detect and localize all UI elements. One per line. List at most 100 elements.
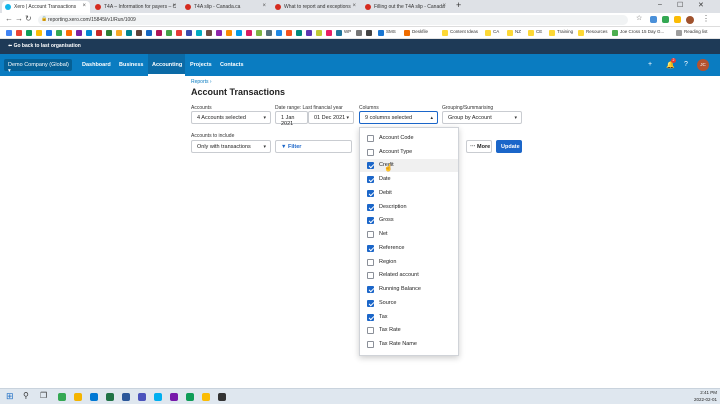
checkbox-checked[interactable] (367, 162, 374, 169)
bookmark-icon[interactable] (86, 30, 92, 36)
deskfile-icon[interactable] (404, 30, 410, 36)
bookmark-icon[interactable] (266, 30, 272, 36)
bookmark-icon[interactable] (66, 30, 72, 36)
folder-icon[interactable] (507, 30, 513, 36)
folder-icon[interactable] (549, 30, 555, 36)
filter-button[interactable]: ▼ Filter (275, 140, 352, 153)
maximize-button[interactable]: ☐ (677, 1, 683, 9)
org-switcher[interactable]: Demo Company (Global) ▾ (4, 59, 72, 74)
teams-icon[interactable] (138, 393, 146, 401)
extension-icon[interactable] (662, 16, 669, 23)
bookmark-icon[interactable] (226, 30, 232, 36)
columns-select[interactable]: 9 columns selected ▴ (359, 111, 438, 124)
date-from-input[interactable]: 1 Jan 2021 (275, 111, 308, 127)
menu-dots-icon[interactable]: ⋮ (702, 14, 710, 23)
update-button[interactable]: Update (496, 140, 522, 153)
checkbox[interactable] (367, 341, 374, 348)
bookmark-icon[interactable] (116, 30, 122, 36)
word-icon[interactable] (122, 393, 130, 401)
bookmark-icon[interactable] (156, 30, 162, 36)
bookmark-icon[interactable] (196, 30, 202, 36)
bookmark-icon[interactable] (286, 30, 292, 36)
bookmark-icon[interactable] (106, 30, 112, 36)
nav-contacts[interactable]: Contacts (220, 62, 244, 68)
bookmark-icon[interactable] (136, 30, 142, 36)
bookmark-icon[interactable] (316, 30, 322, 36)
column-option-reference[interactable]: Reference (360, 242, 458, 255)
column-option-account-type[interactable]: Account Type (360, 146, 458, 159)
checkbox-checked[interactable] (367, 286, 374, 293)
app-icon[interactable] (186, 393, 194, 401)
bookmark-icon[interactable] (96, 30, 102, 36)
column-option-tax-rate[interactable]: Tax Rate (360, 324, 458, 337)
extension-icon[interactable] (650, 16, 657, 23)
checkbox[interactable] (367, 327, 374, 334)
checkbox[interactable] (367, 259, 374, 266)
checkbox[interactable] (367, 135, 374, 142)
browser-tab[interactable]: What to report and exceptions × (272, 1, 360, 13)
column-option-description[interactable]: Description (360, 201, 458, 214)
close-icon[interactable]: × (352, 3, 356, 9)
forward-arrow-icon[interactable]: → (15, 14, 23, 23)
column-option-account-code[interactable]: Account Code (360, 132, 458, 145)
taskbar-time[interactable]: 2:41 PM (695, 390, 717, 395)
excel-icon[interactable] (106, 393, 114, 401)
browser-tab[interactable]: Xero | Account Transactions × (2, 1, 90, 13)
bookmark-icon[interactable] (166, 30, 172, 36)
file-explorer-icon[interactable] (74, 393, 82, 401)
checkbox[interactable] (367, 149, 374, 156)
close-icon[interactable]: × (442, 3, 446, 9)
bookmark-icon[interactable] (16, 30, 22, 36)
bookmark-icon[interactable] (56, 30, 62, 36)
browser-tab[interactable]: T4A – Information for payers – C × (92, 1, 180, 13)
column-option-related-account[interactable]: Related account (360, 269, 458, 282)
search-icon[interactable]: ⚲ (23, 391, 29, 400)
accounts-select[interactable]: 4 Accounts selected ▾ (191, 111, 271, 124)
bookmark-icon[interactable] (186, 30, 192, 36)
checkbox-checked[interactable] (367, 300, 374, 307)
windows-start-icon[interactable]: ⊞ (6, 391, 14, 402)
reload-icon[interactable]: ↻ (25, 14, 32, 23)
bookmark-icon[interactable] (326, 30, 332, 36)
back-arrow-icon[interactable]: ← (5, 14, 13, 23)
column-option-gross[interactable]: Gross (360, 214, 458, 227)
bookmark-icon[interactable] (76, 30, 82, 36)
column-option-tax[interactable]: Tax (360, 311, 458, 324)
mail-icon[interactable] (90, 393, 98, 401)
nav-dashboard[interactable]: Dashboard (82, 62, 111, 68)
folder-icon[interactable] (528, 30, 534, 36)
bookmark-label[interactable]: Resources (586, 29, 608, 34)
bookmark-icon[interactable] (146, 30, 152, 36)
breadcrumb[interactable]: Reports › (191, 79, 212, 85)
bookmark-icon[interactable] (236, 30, 242, 36)
checkbox-checked[interactable] (367, 204, 374, 211)
back-to-org-link[interactable]: Go back to last organisation (14, 43, 81, 49)
more-button[interactable]: ⋯ More (466, 140, 492, 153)
profile-avatar-icon[interactable] (686, 16, 694, 24)
grouping-select[interactable]: Group by Account ▾ (442, 111, 522, 124)
accounts-include-select[interactable]: Only with transactions ▾ (191, 140, 271, 153)
bookmark-icon[interactable] (36, 30, 42, 36)
reading-list-link[interactable]: Reading list (684, 29, 708, 34)
checkbox-checked[interactable] (367, 314, 374, 321)
bookmark-icon[interactable] (176, 30, 182, 36)
bookmark-label[interactable]: NZ (515, 29, 521, 34)
column-option-credit[interactable]: Credit ☝ (360, 159, 458, 172)
help-icon[interactable]: ? (684, 61, 688, 68)
skype-icon[interactable] (154, 393, 162, 401)
bookmark-icon[interactable] (216, 30, 222, 36)
bookmark-label[interactable]: CA (493, 29, 499, 34)
close-icon[interactable]: × (262, 3, 266, 9)
close-window-button[interactable]: ✕ (698, 1, 704, 9)
checkbox-checked[interactable] (367, 176, 374, 183)
checkbox-checked[interactable] (367, 245, 374, 252)
column-option-region[interactable]: Region (360, 256, 458, 269)
bookmark-icon[interactable] (356, 30, 362, 36)
folder-icon[interactable] (442, 30, 448, 36)
date-to-input[interactable]: 01 Dec 2021 ▾ (308, 111, 354, 124)
column-option-debit[interactable]: Debit (360, 187, 458, 200)
column-option-source[interactable]: Source (360, 297, 458, 310)
folder-icon[interactable] (485, 30, 491, 36)
onenote-icon[interactable] (170, 393, 178, 401)
taskbar-date[interactable]: 2022-02-01 (690, 397, 717, 402)
